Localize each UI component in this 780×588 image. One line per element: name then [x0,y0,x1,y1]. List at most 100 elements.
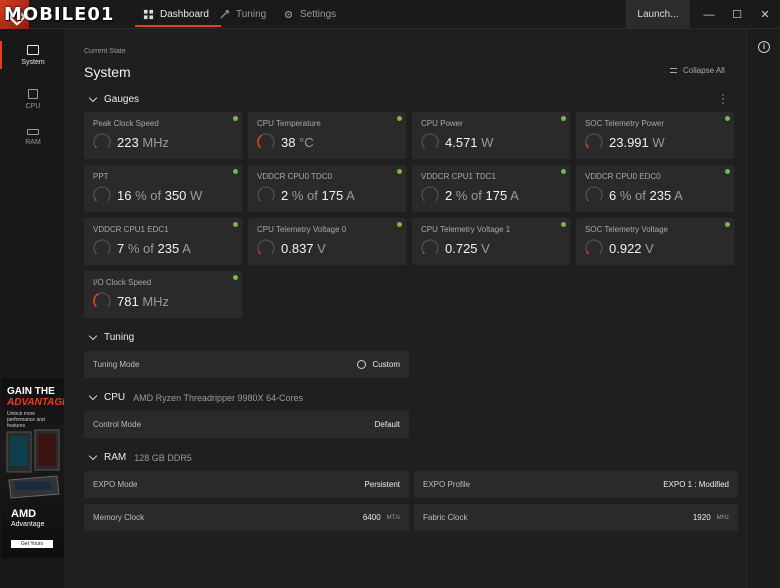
gauge-unit: V [481,241,490,256]
gauge-fill [586,199,589,202]
row-value: 6400 MT/s [363,513,400,522]
gauge-label: CPU Telemetry Voltage 0 [257,225,347,234]
row-value: Persistent [364,480,400,489]
collapse-all-button[interactable]: Collapse All [670,66,725,75]
gauge-card: Peak Clock Speed 223 MHz [84,112,242,159]
title-bar: MOBILE01 Dashboard Tuning Settings Launc… [0,0,780,29]
gauge-percent-of: % of [452,188,486,203]
gauge-card: VDDCR CPU0 TDC0 2 % of 175 A [248,165,406,212]
gauge-percent-of: % of [124,241,158,256]
status-dot-icon [233,222,238,227]
gauge-limit: 350 [164,188,187,203]
sidebar-item-ram[interactable]: RAM [0,115,66,159]
chevron-down-icon [88,391,98,401]
row-value-text: 6400 [362,513,381,522]
status-dot-icon [397,222,402,227]
info-icon[interactable]: i [758,41,770,53]
status-dot-icon [233,116,238,121]
chevron-down-icon [88,93,98,103]
gauge-track [257,186,275,202]
row-value: EXPO 1 : Modified [663,480,729,489]
sidebar-item-system[interactable]: System [0,33,66,77]
gauge-unit: °C [299,135,314,150]
close-button[interactable]: ✕ [750,0,780,29]
gauge-label: SOC Telemetry Power [585,119,664,128]
gauge-unit: A [674,188,683,203]
gauge-track [585,239,603,255]
status-dot-icon [561,169,566,174]
minimize-button[interactable]: — [694,0,724,29]
gauge-value-number: 0.922 [609,241,642,256]
gauge-dial-icon [93,292,111,308]
gauge-card: I/O Clock Speed 781 MHz [84,271,242,318]
gauge-label: I/O Clock Speed [93,278,152,287]
ram-icon [27,128,39,135]
gauge-value-number: 223 [117,135,139,150]
row-value-text: EXPO 1 : Modified [663,480,729,489]
gauge-value: 0.725 V [445,241,490,256]
gauge-card: SOC Telemetry Voltage 0.922 V [576,218,734,265]
gauge-track [585,186,603,202]
more-options-icon[interactable]: · · · [721,90,725,109]
gauge-value: 23.991 W [609,135,665,150]
ad-cta-button[interactable]: Get Yours [11,540,53,548]
launch-button[interactable]: Launch... [626,0,690,29]
gauge-value-number: 0.725 [445,241,478,256]
chevron-down-icon [88,451,98,461]
ram-row: EXPO Mode Persistent [84,471,409,498]
gauge-unit: V [645,241,654,256]
advertisement-banner[interactable]: GAIN THE ADVANTAGE Unlock more performan… [1,378,64,558]
gauge-value: 0.922 V [609,241,654,256]
section-header-ram[interactable]: RAM 128 GB DDR5 [88,451,192,463]
gauge-label: PPT [93,172,109,181]
status-dot-icon [561,222,566,227]
tab-dashboard[interactable]: Dashboard [135,0,221,29]
gauge-track [421,239,439,255]
gauge-label: VDDCR CPU1 TDC1 [421,172,496,181]
gauge-percent-of: % of [288,188,322,203]
tuning-icon [220,10,229,19]
section-header-cpu[interactable]: CPU AMD Ryzen Threadripper 9980X 64-Core… [88,391,304,403]
cpu-model: AMD Ryzen Threadripper 9980X 64-Cores [133,392,304,403]
gauge-track [93,186,111,202]
tab-dashboard-label: Dashboard [160,9,209,20]
gauge-limit: 175 [485,188,508,203]
gauge-fill [93,293,99,308]
gear-icon [284,10,293,19]
gauge-fill [586,251,589,255]
tab-settings[interactable]: Settings [283,0,336,29]
row-label: Memory Clock [93,513,145,522]
tab-tuning[interactable]: Tuning [219,0,266,29]
ram-row: EXPO Profile EXPO 1 : Modified [414,471,738,498]
gauge-fill [94,252,97,255]
gauge-dial-icon [585,239,603,255]
watermark-logo: MOBILE01 [4,4,115,25]
gauge-unit: W [481,135,494,150]
gauge-fill [422,251,425,255]
ad-brand-sub: Advantage [11,521,45,528]
gauge-card: PPT 16 % of 350 W [84,165,242,212]
status-dot-icon [561,116,566,121]
left-sidebar: System CPU RAM GAIN THE ADVANTAGE Unlock… [0,29,66,588]
collapse-icon [670,68,677,73]
close-icon: ✕ [760,9,770,21]
status-dot-icon [233,169,238,174]
gauge-value: 0.837 V [281,241,326,256]
gauge-dial-icon [93,186,111,202]
section-header-gauges[interactable]: Gauges [88,93,139,105]
gauge-unit: A [182,241,191,256]
gauge-value: 7 % of 235 A [117,241,191,256]
maximize-button[interactable]: ☐ [722,0,752,29]
gauge-percent-of: % of [131,188,165,203]
tuning-mode-value[interactable]: Custom [357,360,400,369]
section-title: RAM [104,452,127,463]
gauge-value: 2 % of 175 A [445,188,519,203]
gauge-card: CPU Telemetry Voltage 0 0.837 V [248,218,406,265]
status-dot-icon [233,275,238,280]
gauge-value: 223 MHz [117,135,169,150]
gauge-fill [258,251,261,255]
gauge-card: VDDCR CPU1 EDC1 7 % of 235 A [84,218,242,265]
section-header-tuning[interactable]: Tuning [88,331,134,343]
tuning-mode-row: Tuning Mode Custom [84,351,409,378]
gauge-limit: 175 [321,188,344,203]
